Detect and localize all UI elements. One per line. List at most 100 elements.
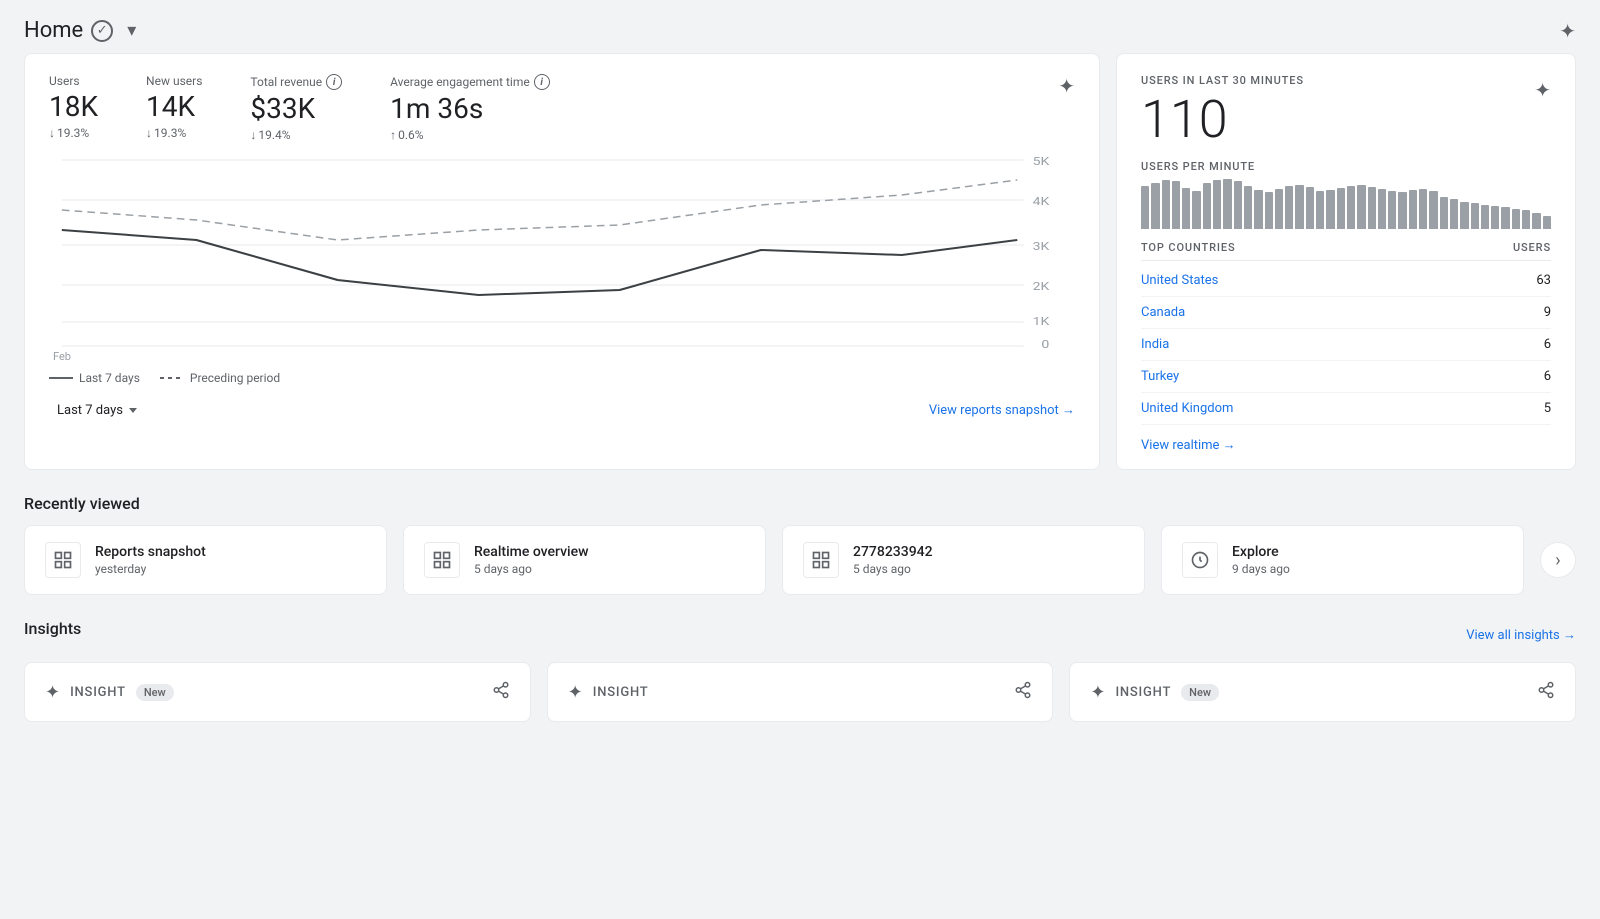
page-header: Home ✓ ▾ ✦ [0,0,1600,53]
recent-name-3: Explore [1232,544,1290,560]
sparkle-button-realtime[interactable]: ✦ [1534,78,1551,102]
bar-item [1398,192,1406,229]
chevron-down-icon-date [129,408,137,413]
recent-name-1: Realtime overview [474,544,589,560]
recent-card-1[interactable]: Realtime overview 5 days ago [403,525,766,595]
country-row[interactable]: Canada 9 [1141,297,1551,329]
bar-item [1357,185,1365,230]
top-row: Users 18K ↓ 19.3% New users 14K ↓ [24,53,1576,470]
realtime-card: USERS IN LAST 30 MINUTES 110 ✦ USERS PER… [1116,53,1576,470]
bar-item [1378,189,1386,229]
trend-down-icon: ↓ [49,126,55,140]
bar-item [1254,190,1262,229]
metric-revenue-label: Total revenue i [250,74,342,90]
stats-card: Users 18K ↓ 19.3% New users 14K ↓ [24,53,1100,470]
metric-new-users-label: New users [146,74,202,88]
bar-item [1275,189,1283,229]
recent-card-2[interactable]: 2778233942 5 days ago [782,525,1145,595]
country-count: 5 [1544,401,1551,416]
view-realtime-link[interactable]: View realtime → [1141,437,1551,453]
legend-line-dashed [160,377,184,379]
metric-engagement-change: ↑ 0.6% [390,128,550,142]
countries-table-header: TOP COUNTRIES USERS [1141,241,1551,261]
page-title: Home [24,18,83,43]
bar-item [1460,202,1468,229]
bar-item [1295,185,1303,230]
country-count: 6 [1544,337,1551,352]
country-count: 9 [1544,305,1551,320]
legend-line-solid [49,377,73,379]
sparkle-icon-top-right[interactable]: ✦ [1559,19,1576,43]
svg-text:0: 0 [1041,338,1049,350]
svg-text:3K: 3K [1033,240,1050,253]
bar-item [1471,203,1479,229]
country-count: 6 [1544,369,1551,384]
bar-item [1162,180,1170,229]
chevron-down-icon: ▾ [127,20,136,41]
sparkle-button-stats[interactable]: ✦ [1058,74,1075,98]
header-left: Home ✓ ▾ [24,16,142,45]
share-icon-1[interactable] [1014,681,1032,704]
share-icon-2[interactable] [1537,681,1555,704]
insight-card-1[interactable]: ✦ INSIGHT [547,662,1054,722]
insight-card-0[interactable]: ✦ INSIGHT New [24,662,531,722]
bar-item [1491,206,1499,229]
country-count: 63 [1536,273,1551,288]
country-row[interactable]: India 6 [1141,329,1551,361]
metric-engagement-label: Average engagement time i [390,74,550,90]
carousel-next-button[interactable]: › [1540,542,1576,578]
stats-metrics: Users 18K ↓ 19.3% New users 14K ↓ [49,74,1075,142]
insight-sparkle-2: ✦ [1090,682,1105,703]
bar-item [1450,199,1458,229]
bar-item [1347,186,1355,229]
info-icon-revenue[interactable]: i [326,74,342,90]
users-per-minute-label: USERS PER MINUTE [1141,160,1551,173]
bar-item [1306,187,1314,229]
insight-label-1: INSIGHT [593,685,649,700]
bar-item [1481,205,1489,229]
info-icon-engagement[interactable]: i [534,74,550,90]
recent-card-0[interactable]: Reports snapshot yesterday [24,525,387,595]
insights-title: Insights [24,619,81,638]
realtime-value: 110 [1141,91,1304,148]
insight-card-2[interactable]: ✦ INSIGHT New [1069,662,1576,722]
country-name: India [1141,337,1169,352]
bar-item [1337,188,1345,229]
country-row[interactable]: United States 63 [1141,265,1551,297]
insight-sparkle-0: ✦ [45,682,60,703]
recent-card-3[interactable]: Explore 9 days ago [1161,525,1524,595]
stats-card-footer: Last 7 days View reports snapshot → [49,397,1075,424]
metric-revenue-change: ↓ 19.4% [250,128,342,142]
bar-item [1429,191,1437,229]
svg-text:4K: 4K [1033,195,1050,208]
header-dropdown[interactable]: ▾ [121,16,142,45]
legend-dashed: Preceding period [160,371,280,385]
bar-item [1213,180,1221,229]
insight-sparkle-1: ✦ [568,682,583,703]
realtime-label-group: USERS IN LAST 30 MINUTES 110 [1141,74,1304,148]
country-row[interactable]: United Kingdom 5 [1141,393,1551,425]
country-row[interactable]: Turkey 6 [1141,361,1551,393]
bar-item [1501,207,1509,229]
recent-time-1: 5 days ago [474,562,589,576]
bar-item [1234,181,1242,229]
bar-item [1326,190,1334,229]
check-icon: ✓ [91,20,113,42]
insights-section: Insights View all insights → ✦ INSIGHT N… [24,619,1576,722]
metric-engagement: Average engagement time i 1m 36s ↑ 0.6% [390,74,550,142]
svg-text:1K: 1K [1033,315,1050,328]
view-reports-link[interactable]: View reports snapshot → [929,402,1075,418]
country-name: United States [1141,273,1218,288]
date-range-button[interactable]: Last 7 days [49,397,145,424]
metric-revenue: Total revenue i $33K ↓ 19.4% [250,74,342,142]
view-all-insights-link[interactable]: View all insights → [1466,627,1576,643]
share-icon-0[interactable] [492,681,510,704]
recent-time-2: 5 days ago [853,562,933,576]
recently-viewed-title: Recently viewed [24,494,1576,513]
insights-row: ✦ INSIGHT New ✦ INSIGHT ✦ INSIGHT New [24,662,1576,722]
recent-info-3: Explore 9 days ago [1232,544,1290,576]
realtime-header: USERS IN LAST 30 MINUTES 110 ✦ [1141,74,1551,148]
metric-revenue-value: $33K [250,92,342,126]
metric-users: Users 18K ↓ 19.3% [49,74,98,140]
recent-name-0: Reports snapshot [95,544,206,560]
